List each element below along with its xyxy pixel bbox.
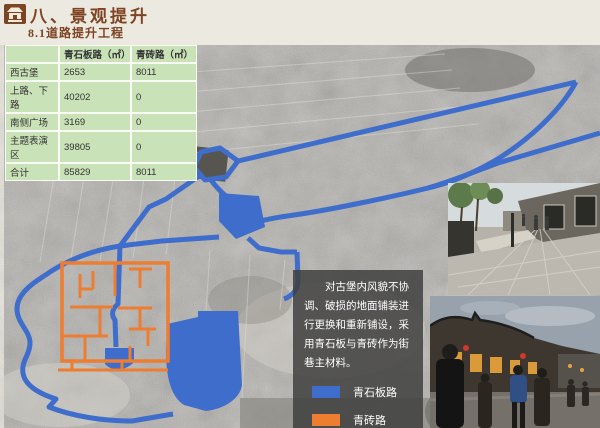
stone-value: 2653	[59, 63, 131, 81]
stone-value: 39805	[59, 131, 131, 163]
table-header-cell: 青石板路（㎡）	[59, 45, 131, 63]
table-row: 上路、下路 40202 0	[5, 81, 197, 113]
stone-value: 3169	[59, 113, 131, 131]
map-legend: 青石板路 青砖路	[304, 384, 412, 428]
row-label: 西古堡	[5, 63, 59, 81]
legend-item-stone: 青石板路	[304, 384, 412, 400]
brick-value: 0	[131, 131, 197, 163]
street-photo-evening	[430, 296, 600, 428]
stone-road-swatch	[312, 386, 340, 398]
table-header-cell	[5, 45, 59, 63]
pavilion-seal-icon	[4, 4, 26, 24]
note-box: 对古堡内风貌不协调、破损的地面铺装进行更换和重新铺设，采用青石板与青砖作为街巷主…	[293, 270, 423, 428]
brick-value: 8011	[131, 63, 197, 81]
table-header-cell: 青砖路（㎡）	[131, 45, 197, 63]
road-area-table: 青石板路（㎡） 青砖路（㎡） 西古堡 2653 8011 上路、下路 40202…	[5, 45, 197, 181]
stone-value: 85829	[59, 163, 131, 181]
table-row: 主题表演区 39805 0	[5, 131, 197, 163]
page-subtitle: 8.1道路提升工程	[28, 24, 124, 41]
brick-road-swatch	[312, 414, 340, 426]
legend-item-brick: 青砖路	[304, 412, 412, 428]
table-row: 西古堡 2653 8011	[5, 63, 197, 81]
performance-area-fill	[166, 311, 242, 411]
slide: 八、景观提升 8.1道路提升工程 青石板路（㎡） 青砖路（㎡） 西古堡 2653…	[0, 0, 600, 428]
street-photo-day	[448, 183, 600, 295]
row-label: 合计	[5, 163, 59, 181]
row-label: 上路、下路	[5, 81, 59, 113]
brick-value: 0	[131, 113, 197, 131]
table-row: 南侧广场 3169 0	[5, 113, 197, 131]
brick-value: 8011	[131, 163, 197, 181]
brick-value: 0	[131, 81, 197, 113]
row-label: 南侧广场	[5, 113, 59, 131]
stone-value: 40202	[59, 81, 131, 113]
note-text: 对古堡内风貌不协调、破损的地面铺装进行更换和重新铺设，采用青石板与青砖作为街巷主…	[304, 278, 412, 372]
legend-label: 青砖路	[353, 412, 386, 428]
table-row-total: 合计 85829 8011	[5, 163, 197, 181]
legend-label: 青石板路	[353, 384, 397, 400]
row-label: 主题表演区	[5, 131, 59, 163]
table-header-row: 青石板路（㎡） 青砖路（㎡）	[5, 45, 197, 63]
